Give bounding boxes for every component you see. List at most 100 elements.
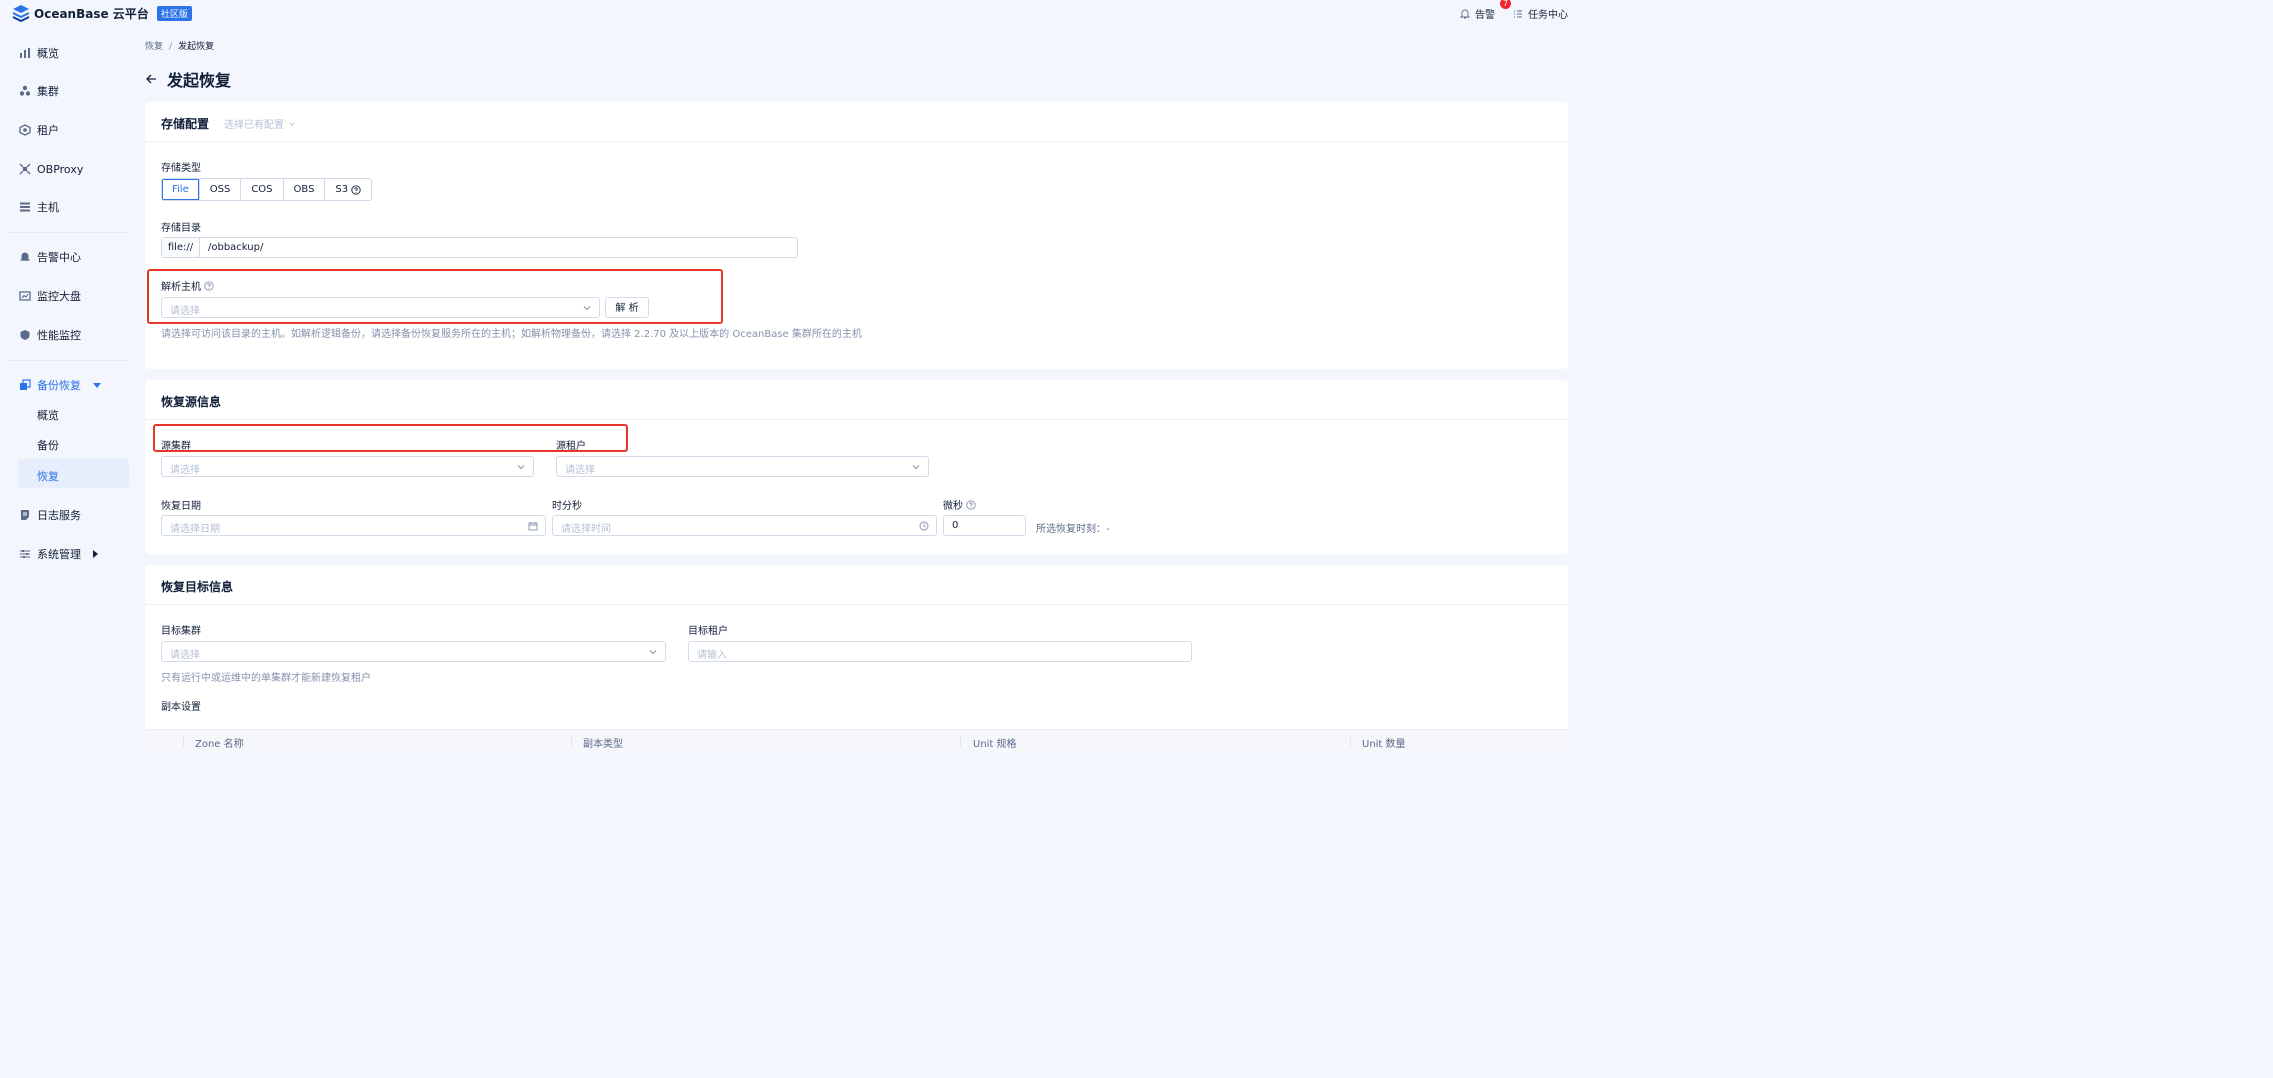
log-icon bbox=[21, 510, 29, 520]
breadcrumb-parent[interactable]: 恢复 bbox=[145, 42, 163, 52]
sidebar-item-label: 概览 bbox=[37, 47, 59, 60]
select-existing-config[interactable]: 选择已有配置 bbox=[224, 116, 296, 131]
target-cluster-help: 只有运行中或运维中的单集群才能新建恢复租户 bbox=[161, 673, 371, 684]
restore-time-label: 时分秒 bbox=[552, 501, 582, 512]
cluster-icon bbox=[19, 85, 31, 96]
target-cluster-placeholder: 请选择 bbox=[170, 650, 200, 661]
sidebar-item-label: 备份恢复 bbox=[37, 379, 81, 392]
back-arrow-icon[interactable] bbox=[145, 73, 157, 85]
page-title: 发起恢复 bbox=[145, 67, 231, 91]
parse-host-help: 请选择可访问该目录的主机。如解析逻辑备份，请选择备份恢复服务所在的主机；如解析物… bbox=[161, 329, 862, 340]
restore-date-picker[interactable]: 请选择日期 bbox=[161, 515, 546, 536]
alerts-button[interactable]: 告警 7 bbox=[1460, 0, 1511, 21]
sidebar-item-label: 集群 bbox=[37, 85, 59, 98]
chevron-right-icon bbox=[93, 550, 98, 558]
column-zone-name: Zone 名称 bbox=[195, 739, 244, 750]
target-tenant-input[interactable]: 请输入 bbox=[688, 641, 1192, 662]
storage-type-cos[interactable]: COS bbox=[241, 179, 284, 200]
highlight-box bbox=[147, 269, 723, 324]
sidebar-item-dashboard[interactable]: 监控大盘 bbox=[19, 282, 81, 310]
sidebar-item-backup-restore[interactable]: 备份恢复 bbox=[19, 371, 101, 399]
sidebar-subitem-restore[interactable]: 恢复 bbox=[37, 468, 59, 484]
sidebar-item-label: OBProxy bbox=[37, 162, 84, 176]
replica-table-header: Zone 名称 副本类型 Unit 规格 Unit 数量 bbox=[145, 729, 1568, 752]
breadcrumb-current: 发起恢复 bbox=[178, 42, 215, 52]
sidebar-item-overview[interactable]: 概览 bbox=[19, 39, 59, 67]
task-center-button[interactable]: 任务中心 bbox=[1513, 6, 1568, 21]
column-unit-count: Unit 数量 bbox=[1362, 739, 1406, 750]
clock-icon bbox=[919, 521, 929, 531]
alerts-count-badge: 7 bbox=[1500, 0, 1511, 9]
help-circle-icon bbox=[351, 184, 361, 195]
sidebar-subitem-backup[interactable]: 备份 bbox=[37, 437, 59, 453]
calendar-icon bbox=[528, 522, 538, 531]
card-title: 恢复目标信息 bbox=[161, 580, 234, 594]
help-circle-icon bbox=[966, 499, 976, 510]
sidebar-item-label: 日志服务 bbox=[37, 509, 81, 522]
proxy-icon bbox=[19, 163, 31, 175]
storage-type-oss[interactable]: OSS bbox=[200, 179, 242, 200]
settings-icon bbox=[20, 550, 30, 558]
restore-time-placeholder: 请选择时间 bbox=[561, 524, 611, 535]
sidebar-item-label: 主机 bbox=[37, 201, 59, 214]
column-separator bbox=[183, 735, 184, 747]
chevron-down-icon bbox=[649, 650, 657, 655]
chevron-down-icon bbox=[289, 121, 295, 126]
replica-settings-label: 副本设置 bbox=[161, 702, 201, 713]
source-tenant-placeholder: 请选择 bbox=[565, 465, 595, 476]
bar-chart-icon bbox=[20, 48, 30, 58]
column-separator bbox=[571, 735, 572, 747]
storage-type-segmented: File OSS COS OBS S3 bbox=[161, 178, 373, 201]
target-cluster-select[interactable]: 请选择 bbox=[161, 641, 666, 662]
sidebar-subitem-backup-overview[interactable]: 概览 bbox=[37, 407, 59, 423]
sidebar-item-label: 租户 bbox=[37, 124, 59, 137]
dashboard-icon bbox=[19, 291, 31, 301]
alerts-label: 告警 bbox=[1475, 10, 1495, 21]
top-bar: OceanBase 云平台 社区版 告警 7 任务中心 bbox=[0, 0, 1568, 27]
sidebar-item-performance[interactable]: 性能监控 bbox=[19, 321, 81, 349]
chevron-down-icon bbox=[912, 465, 920, 470]
chevron-down-icon bbox=[93, 382, 101, 388]
backup-icon bbox=[20, 379, 31, 390]
sidebar-item-alert-center[interactable]: 告警中心 bbox=[19, 243, 81, 271]
bell-icon bbox=[20, 252, 30, 261]
sidebar-item-cluster[interactable]: 集群 bbox=[19, 77, 59, 105]
sidebar-item-label: 告警中心 bbox=[37, 251, 81, 264]
sidebar-item-host[interactable]: 主机 bbox=[19, 193, 59, 221]
storage-dir-field[interactable]: file:// /obbackup/ bbox=[161, 237, 798, 258]
restore-date-placeholder: 请选择日期 bbox=[170, 524, 220, 535]
target-cluster-label: 目标集群 bbox=[161, 626, 201, 637]
sidebar-item-obproxy[interactable]: OBProxy bbox=[19, 155, 83, 183]
sidebar-item-label: 监控大盘 bbox=[37, 290, 81, 303]
card-header: 恢复目标信息 bbox=[145, 565, 1568, 605]
bell-icon bbox=[1460, 9, 1470, 18]
column-replica-type: 副本类型 bbox=[583, 739, 623, 750]
storage-type-file[interactable]: File bbox=[162, 179, 200, 200]
card-title: 恢复源信息 bbox=[161, 395, 222, 409]
sidebar-divider bbox=[7, 232, 129, 233]
app-name: OceanBase 云平台 bbox=[34, 6, 149, 21]
shield-icon bbox=[20, 330, 30, 340]
sidebar-item-tenant[interactable]: 租户 bbox=[19, 116, 59, 144]
sidebar-item-log-service[interactable]: 日志服务 bbox=[19, 501, 81, 529]
source-cluster-select[interactable]: 请选择 bbox=[161, 456, 534, 477]
oceanbase-logo-icon bbox=[12, 5, 30, 22]
storage-type-obs[interactable]: OBS bbox=[284, 179, 326, 200]
restore-source-card: 恢复源信息 源集群 源租户 请选择 请选择 恢复日期 时分秒 微秒 请选择日期 … bbox=[145, 380, 1568, 554]
column-unit-spec: Unit 规格 bbox=[973, 739, 1017, 750]
edition-badge: 社区版 bbox=[156, 5, 192, 21]
microsecond-label-text: 微秒 bbox=[943, 501, 963, 512]
microsecond-value: 0 bbox=[952, 520, 959, 531]
restore-target-card: 恢复目标信息 目标集群 目标租户 请选择 请输入 只有运行中或运维中的单集群才能… bbox=[145, 565, 1568, 752]
source-tenant-select[interactable]: 请选择 bbox=[556, 456, 929, 477]
highlight-box bbox=[153, 424, 628, 452]
card-header: 存储配置 选择已有配置 bbox=[145, 102, 1568, 142]
restore-time-picker[interactable]: 请选择时间 bbox=[552, 515, 937, 536]
app-logo[interactable]: OceanBase 云平台 社区版 bbox=[12, 4, 192, 22]
target-tenant-label: 目标租户 bbox=[688, 626, 728, 637]
microsecond-input[interactable]: 0 bbox=[943, 515, 1026, 536]
sidebar: 概览 集群 租户 OBProxy 主机 告警中心 监控大盘 性能监控 备份恢复 … bbox=[0, 27, 129, 744]
storage-type-s3[interactable]: S3 bbox=[325, 179, 371, 200]
sidebar-item-system[interactable]: 系统管理 bbox=[19, 540, 98, 568]
breadcrumb-separator: / bbox=[169, 42, 173, 52]
